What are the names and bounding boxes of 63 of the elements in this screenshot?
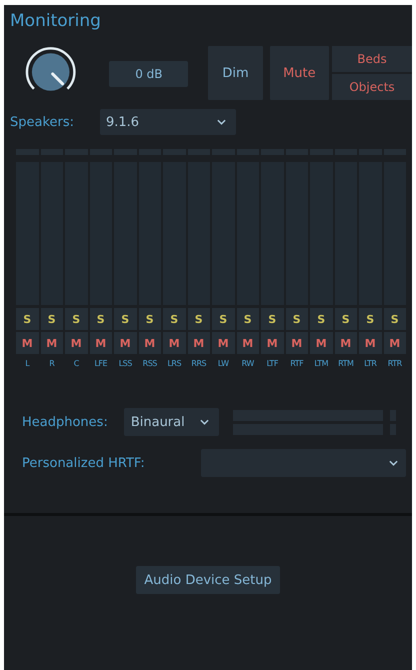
channel-mute-button[interactable]: M — [40, 332, 63, 354]
channel-label: RTR — [386, 359, 403, 368]
channel-label: LW — [216, 359, 230, 368]
channel-label: RRS — [190, 359, 208, 368]
channel-solo-button[interactable]: S — [114, 308, 136, 330]
channel-solo-button[interactable]: S — [188, 308, 210, 330]
channel-solo-button[interactable]: S — [384, 308, 406, 330]
channel-mute-button[interactable]: M — [310, 332, 332, 354]
monitor-button[interactable]: Dim — [208, 46, 263, 100]
channel-label: L — [24, 359, 31, 368]
channel-label: R — [48, 359, 56, 368]
channel-solo-button[interactable]: S — [286, 308, 308, 330]
channel-solo-button[interactable]: S — [90, 308, 112, 330]
channel-mute-button[interactable]: M — [212, 332, 234, 354]
channel-label: RSS — [142, 359, 158, 368]
channel-solo-button[interactable]: S — [212, 308, 234, 330]
channel-solo-button[interactable]: S — [40, 308, 63, 330]
channel-label: RTM — [337, 359, 354, 368]
target-button[interactable]: Objects — [332, 74, 412, 100]
target-button[interactable]: Beds — [332, 46, 412, 72]
chevron-down-icon — [200, 419, 209, 425]
chevron-down-icon — [217, 119, 226, 125]
channel-label: LTF — [266, 359, 279, 368]
channel-mute-button[interactable]: M — [334, 332, 357, 354]
chevron-down-icon — [389, 460, 398, 466]
channel-mute-button[interactable]: M — [138, 332, 161, 354]
panel-title: Monitoring — [10, 11, 102, 33]
speakers-label: Speakers: — [10, 114, 76, 130]
headphones-label: Headphones: — [22, 414, 108, 430]
channel-solo-button[interactable]: S — [65, 308, 88, 330]
channel-label: LFE — [93, 359, 108, 368]
channel-solo-button[interactable]: S — [16, 308, 38, 330]
channel-label: LTM — [313, 359, 330, 368]
channel-label: LTR — [363, 359, 378, 368]
channel-mute-button[interactable]: M — [286, 332, 308, 354]
channel-solo-button[interactable]: S — [236, 308, 259, 330]
audio-device-setup-button[interactable]: Audio Device Setup — [136, 566, 280, 594]
channel-mute-button[interactable]: M — [90, 332, 112, 354]
channel-mute-button[interactable]: M — [261, 332, 284, 354]
channel-solo-button[interactable]: S — [261, 308, 284, 330]
channel-mute-button[interactable]: M — [114, 332, 136, 354]
channel-solo-button[interactable]: S — [334, 308, 357, 330]
channel-mute-button[interactable]: M — [188, 332, 210, 354]
channel-mute-button[interactable]: M — [163, 332, 186, 354]
channel-label: C — [72, 359, 80, 368]
channel-mute-button[interactable]: M — [384, 332, 406, 354]
channel-mute-button[interactable]: M — [16, 332, 38, 354]
hrtf-label: Personalized HRTF: — [22, 456, 145, 470]
channel-mute-button[interactable]: M — [65, 332, 88, 354]
channel-solo-button[interactable]: S — [359, 308, 382, 330]
channel-solo-button[interactable]: S — [138, 308, 161, 330]
channel-label: RTF — [289, 359, 304, 368]
channel-mute-button[interactable]: M — [236, 332, 259, 354]
speakers-dropdown[interactable]: 9.1.6 — [100, 109, 236, 135]
channel-solo-button[interactable]: S — [310, 308, 332, 330]
channel-label: LSS — [118, 359, 133, 368]
gain-reading: 0 dB — [109, 61, 188, 87]
channel-mute-button[interactable]: M — [359, 332, 382, 354]
channel-solo-button[interactable]: S — [163, 308, 186, 330]
headphones-dropdown[interactable]: Binaural — [124, 408, 219, 436]
channel-label: RW — [240, 359, 255, 368]
channel-label: LRS — [166, 359, 182, 368]
monitor-button[interactable]: Mute — [270, 46, 329, 100]
